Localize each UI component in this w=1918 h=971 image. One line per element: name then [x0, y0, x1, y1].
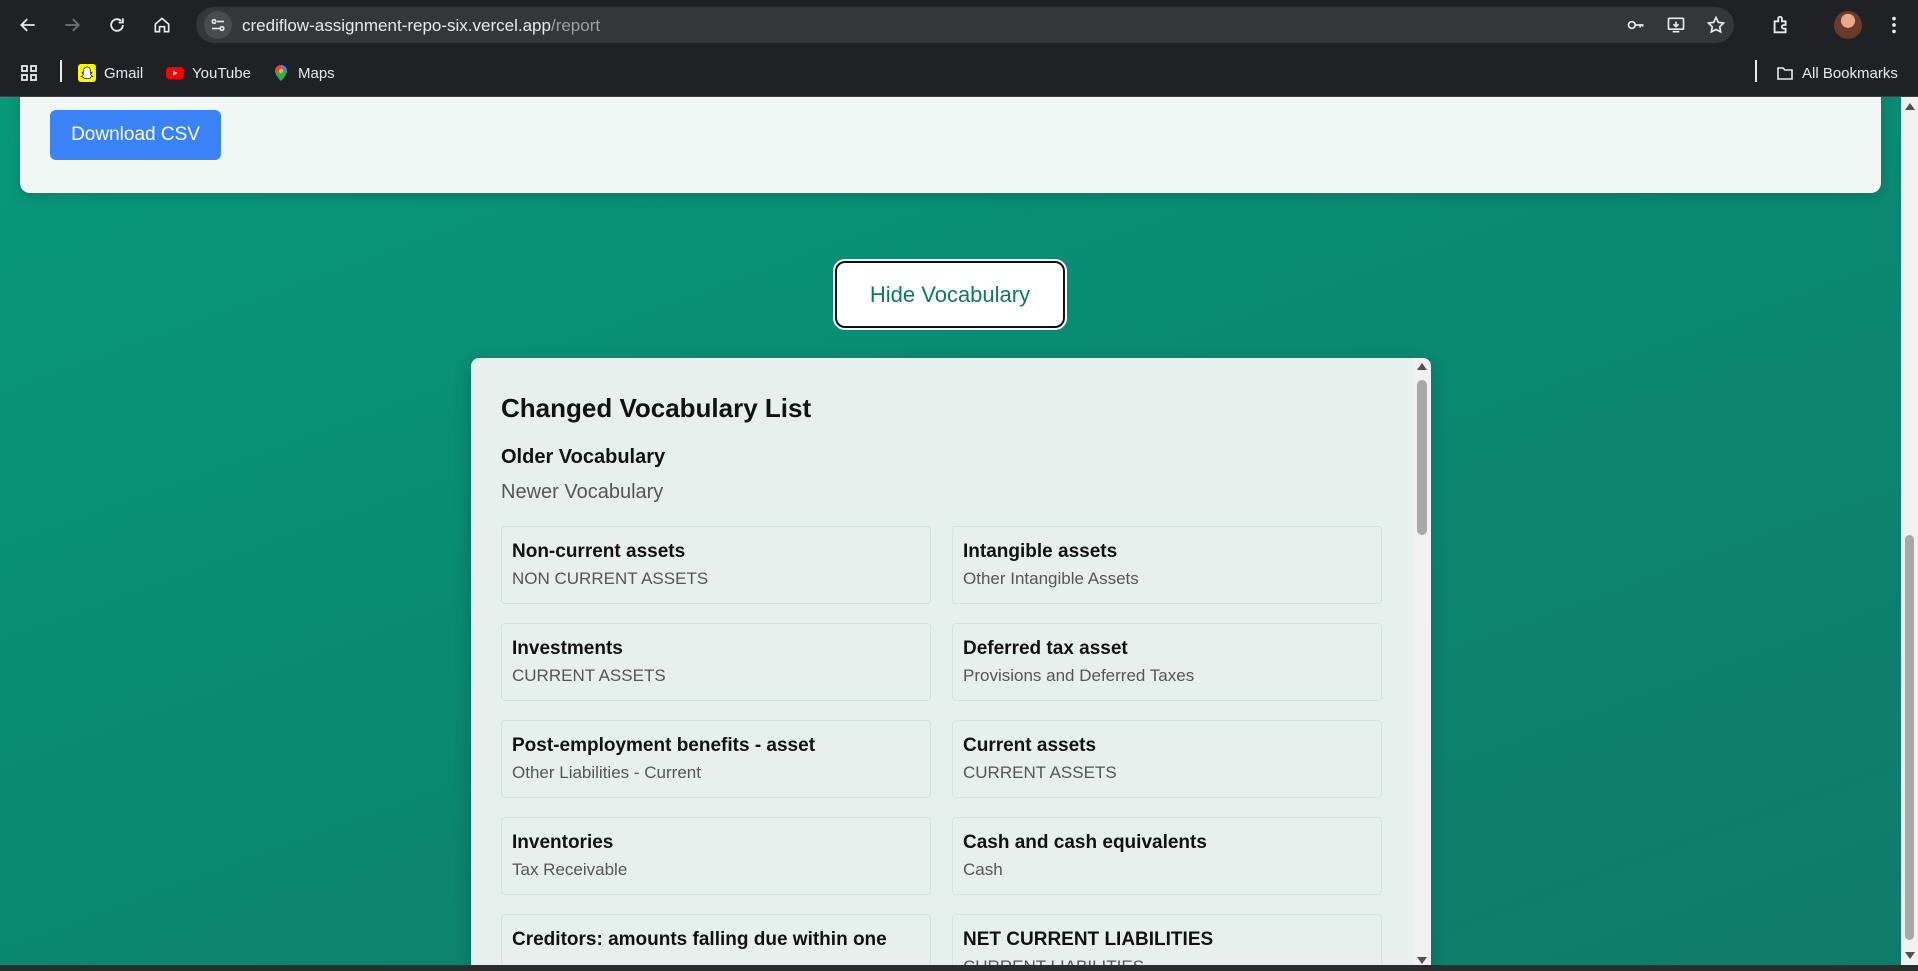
- older-term: Non-current assets: [512, 541, 686, 562]
- scroll-up-arrow-icon[interactable]: [1905, 103, 1915, 110]
- reload-icon[interactable]: [101, 9, 133, 41]
- home-icon[interactable]: [146, 9, 178, 41]
- newer-term: CURRENT LIABILITIES: [963, 957, 1371, 965]
- vocab-item: Creditors: amounts falling due within on…: [501, 914, 931, 965]
- vocab-item: Investments CURRENT ASSETS: [501, 623, 931, 701]
- window-bottom-edge: [0, 965, 1918, 971]
- vocab-item: Deferred tax asset Provisions and Deferre…: [952, 623, 1382, 701]
- vocabulary-title: Changed Vocabulary List: [501, 393, 812, 423]
- newer-term: Provisions and Deferred Taxes: [963, 666, 1195, 685]
- older-term: Inventories: [512, 832, 614, 853]
- legend-newer: Newer Vocabulary: [501, 481, 664, 503]
- older-term: Intangible assets: [963, 541, 1118, 562]
- scroll-down-arrow-icon[interactable]: [1417, 957, 1427, 964]
- snapchat-icon: [78, 64, 96, 82]
- newer-term: CURRENT ASSETS: [963, 763, 1117, 782]
- vocab-item: Intangible assets Other Intangible Assets: [952, 526, 1382, 604]
- url-text[interactable]: crediflow-assignment-repo-six.vercel.app…: [242, 16, 600, 36]
- report-card: Download CSV: [20, 97, 1881, 193]
- bookmark-gmail[interactable]: Gmail: [78, 60, 143, 86]
- older-term: NET CURRENT LIABILITIES: [963, 929, 1214, 950]
- site-info-icon[interactable]: [204, 11, 232, 39]
- address-bar[interactable]: crediflow-assignment-repo-six.vercel.app…: [196, 7, 1734, 43]
- older-term: Post-employment benefits - asset: [512, 735, 816, 756]
- password-key-icon[interactable]: [1624, 13, 1648, 37]
- page-scrollbar[interactable]: [1901, 97, 1918, 965]
- vocab-item: Post-employment benefits - asset Other Li…: [501, 720, 931, 798]
- vocab-item: Current assets CURRENT ASSETS: [952, 720, 1382, 798]
- newer-term: NON CURRENT ASSETS: [512, 569, 709, 588]
- vocab-item: Non-current assets NON CURRENT ASSETS: [501, 526, 931, 604]
- forward-arrow-icon[interactable]: [56, 9, 88, 41]
- all-bookmarks-folder[interactable]: All Bookmarks: [1776, 60, 1898, 86]
- vocab-item: Cash and cash equivalents Cash: [952, 817, 1382, 895]
- browser-toolbar: crediflow-assignment-repo-six.vercel.app…: [0, 0, 1918, 50]
- scroll-down-arrow-icon[interactable]: [1905, 952, 1915, 959]
- bookmarks-separator: [1755, 60, 1757, 82]
- bookmarks-separator: [60, 60, 62, 82]
- older-term: Cash and cash equivalents: [963, 832, 1207, 853]
- older-term: Investments: [512, 638, 623, 659]
- newer-term: Cash: [963, 860, 1003, 879]
- vocabulary-scroll-area[interactable]: Changed Vocabulary List Older Vocabulary…: [471, 358, 1413, 965]
- newer-term: CURRENT ASSETS: [512, 666, 666, 685]
- back-arrow-icon[interactable]: [12, 9, 44, 41]
- profile-avatar[interactable]: [1834, 11, 1862, 39]
- bookmark-star-icon[interactable]: [1704, 13, 1728, 37]
- scrollbar-thumb[interactable]: [1905, 535, 1914, 940]
- more-menu-icon[interactable]: [1880, 11, 1908, 39]
- maps-pin-icon: [272, 64, 290, 82]
- newer-term: Other Liabilities - Current: [512, 763, 701, 782]
- apps-grid-icon[interactable]: [20, 60, 38, 86]
- vocab-item: Inventories Tax Receivable: [501, 817, 931, 895]
- download-csv-button[interactable]: Download CSV: [50, 110, 221, 160]
- older-term: Current assets: [963, 735, 1097, 756]
- youtube-icon: [166, 64, 184, 82]
- newer-term: Tax Receivable: [512, 860, 628, 879]
- extensions-icon[interactable]: [1767, 11, 1795, 39]
- older-term: Deferred tax asset: [963, 638, 1128, 659]
- bookmarks-bar: Gmail YouTube Maps All Bookmarks: [0, 50, 1918, 97]
- vocabulary-scrollbar[interactable]: [1413, 358, 1431, 965]
- install-app-icon[interactable]: [1664, 13, 1688, 37]
- newer-term: Other Intangible Assets: [963, 569, 1139, 588]
- vocabulary-grid: Non-current assets NON CURRENT ASSETS Int…: [501, 526, 1384, 965]
- folder-icon: [1776, 64, 1794, 82]
- scrollbar-thumb[interactable]: [1417, 380, 1427, 535]
- older-term: Creditors: amounts falling due within on…: [512, 929, 887, 950]
- page-content: Download CSV Hide Vocabulary Changed Voc…: [0, 97, 1901, 965]
- hide-vocabulary-button[interactable]: Hide Vocabulary: [833, 259, 1067, 330]
- bookmark-youtube[interactable]: YouTube: [166, 60, 251, 86]
- scroll-up-arrow-icon[interactable]: [1417, 363, 1427, 370]
- legend-older: Older Vocabulary: [501, 446, 666, 468]
- bookmark-maps[interactable]: Maps: [272, 60, 335, 86]
- vocab-item: NET CURRENT LIABILITIES CURRENT LIABILITI…: [952, 914, 1382, 965]
- vocabulary-panel: Changed Vocabulary List Older Vocabulary…: [471, 358, 1431, 965]
